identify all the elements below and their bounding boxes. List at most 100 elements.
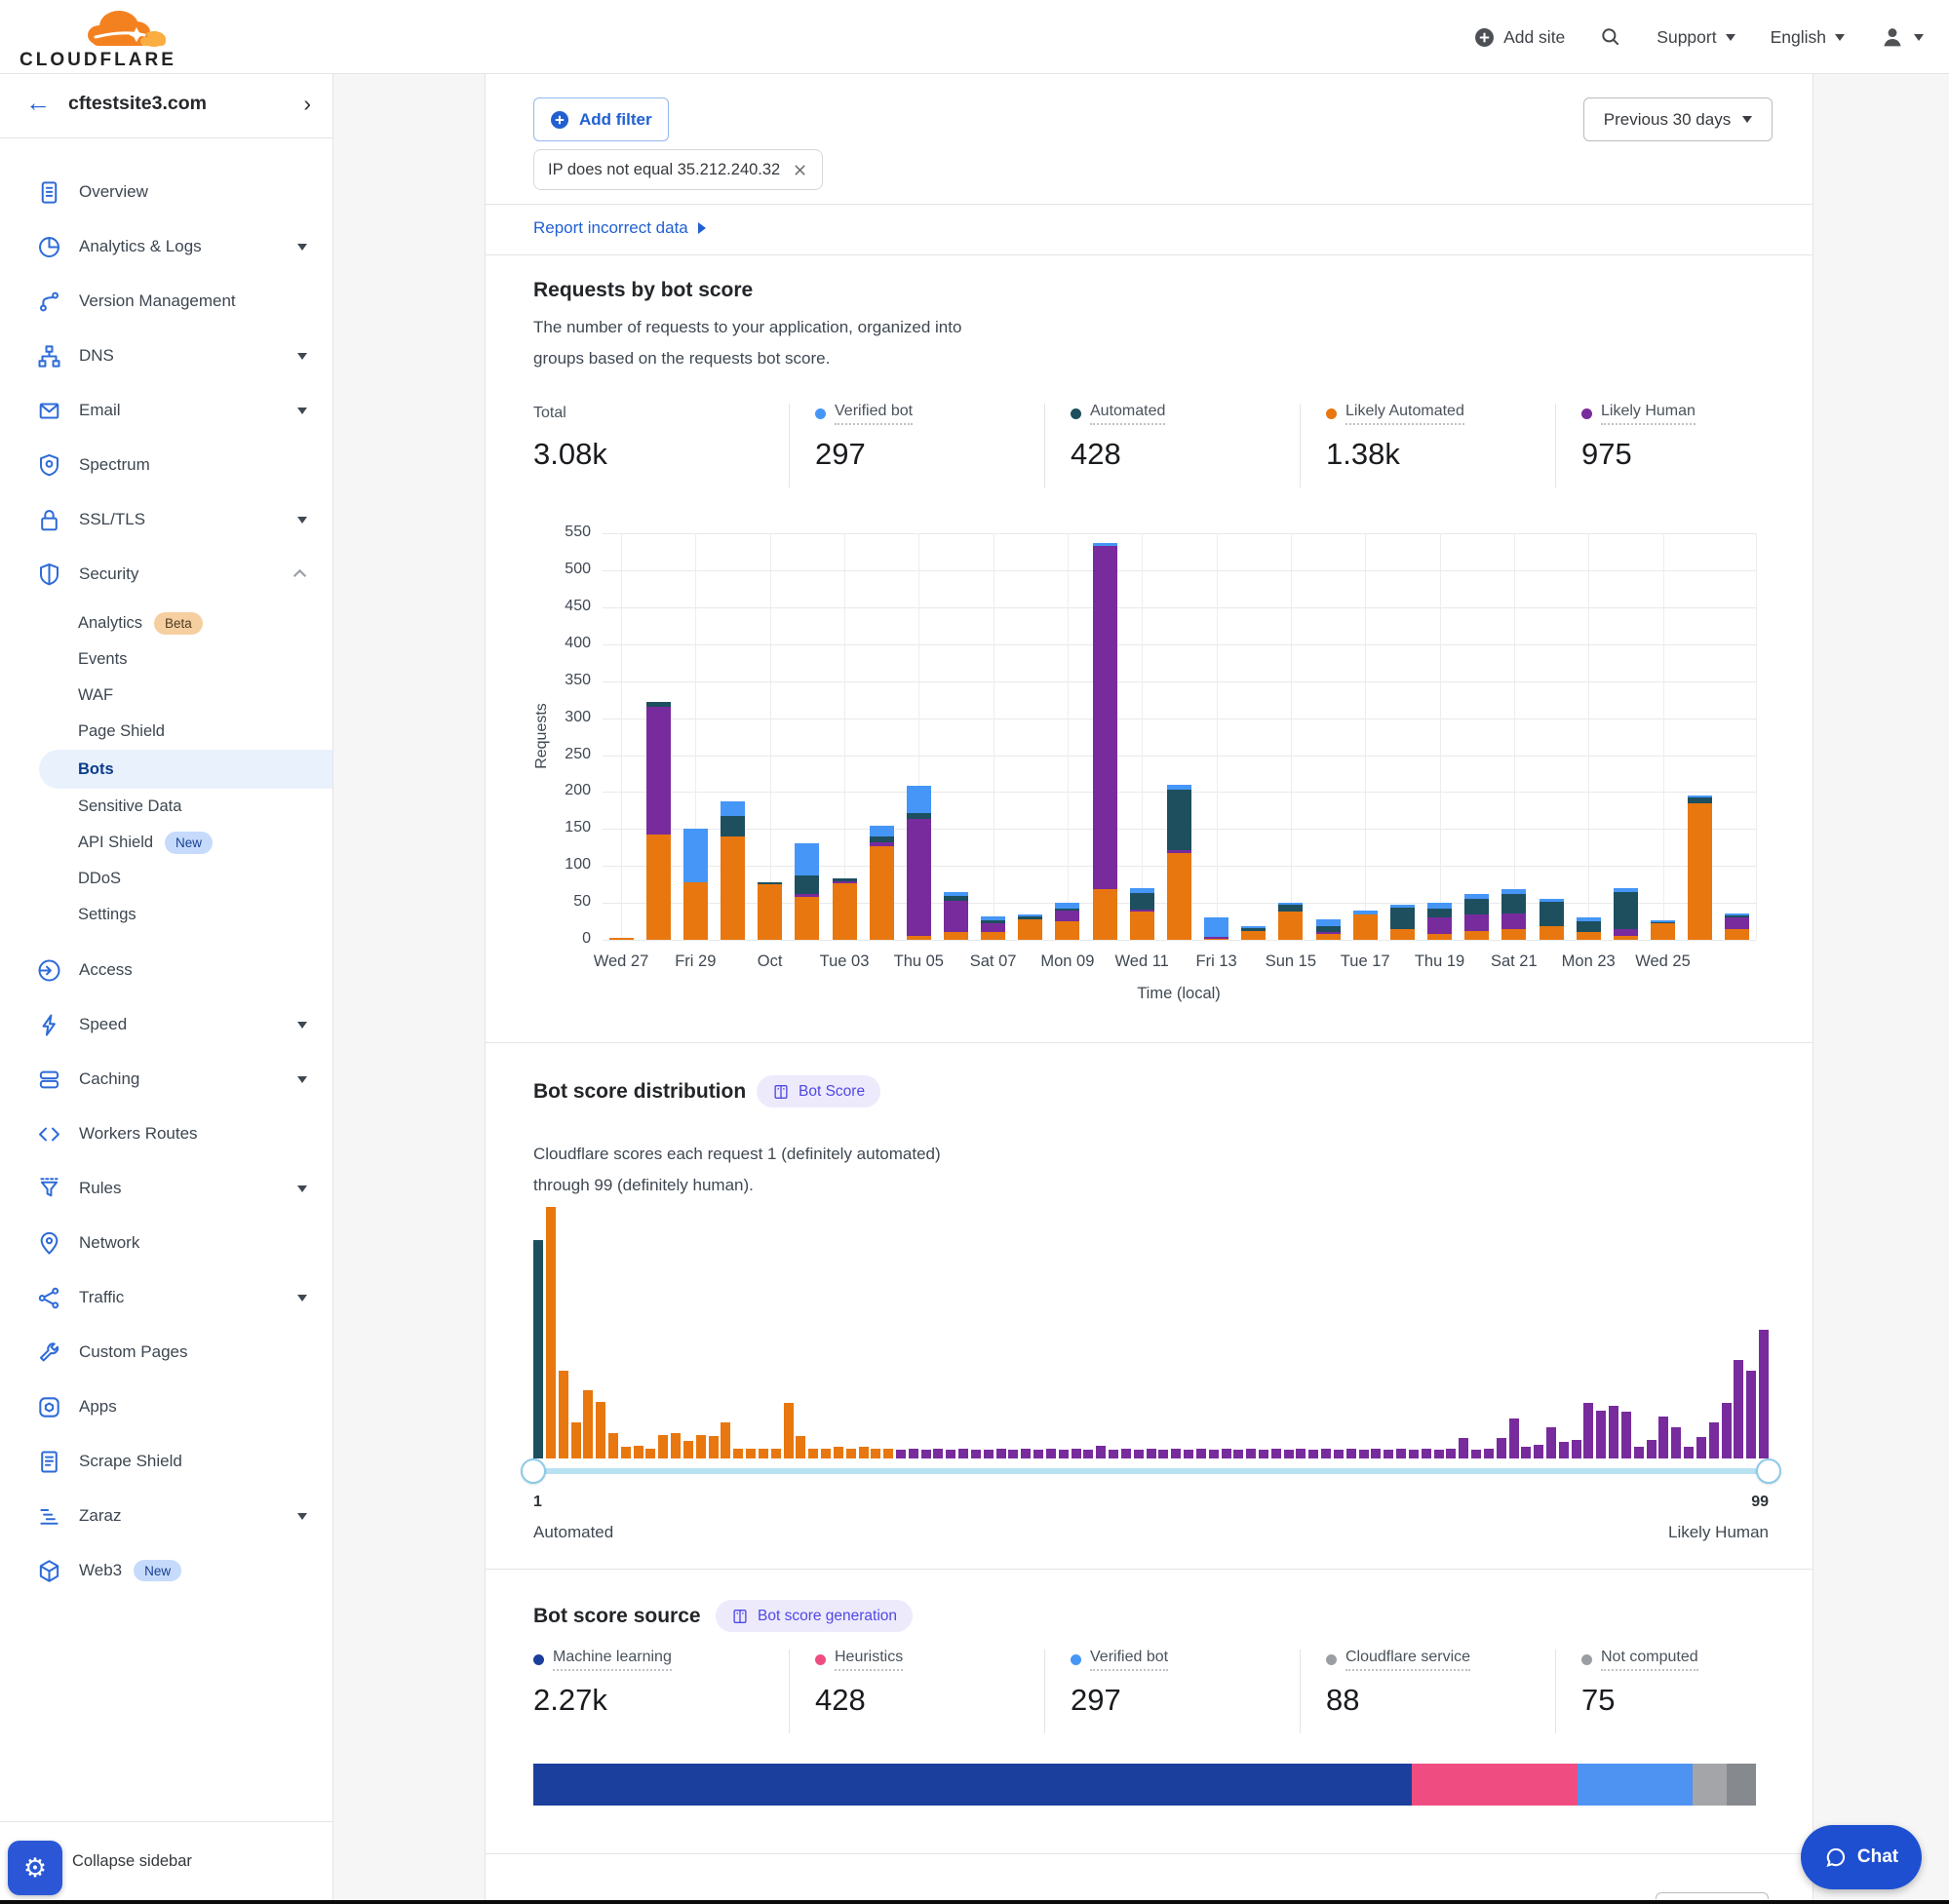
sidebar-item-speed[interactable]: Speed bbox=[0, 997, 332, 1052]
sidebar-item-caching[interactable]: Caching bbox=[0, 1052, 332, 1107]
add-site-button[interactable]: Add site bbox=[1474, 27, 1565, 48]
hist-bin-99[interactable] bbox=[1759, 1330, 1769, 1458]
requests-bar-28[interactable] bbox=[1651, 920, 1675, 940]
requests-bar-5[interactable] bbox=[795, 843, 819, 940]
requests-bar-0[interactable] bbox=[609, 938, 634, 940]
hist-bin-62[interactable] bbox=[1296, 1449, 1306, 1458]
hist-bin-53[interactable] bbox=[1184, 1450, 1193, 1458]
sidebar-item-analytics[interactable]: AnalyticsBeta bbox=[0, 605, 332, 641]
sidebar-item-rules[interactable]: Rules bbox=[0, 1161, 332, 1216]
hist-bin-43[interactable] bbox=[1059, 1450, 1069, 1458]
requests-bar-3[interactable] bbox=[721, 801, 745, 940]
sidebar-item-access[interactable]: Access bbox=[0, 943, 332, 997]
hist-bin-18[interactable] bbox=[746, 1449, 756, 1458]
hist-bin-84[interactable] bbox=[1572, 1440, 1581, 1458]
requests-bar-4[interactable] bbox=[758, 882, 782, 940]
hist-bin-4[interactable] bbox=[571, 1422, 581, 1458]
stat-label[interactable]: Not computed bbox=[1601, 1649, 1698, 1671]
hist-bin-69[interactable] bbox=[1384, 1450, 1393, 1458]
requests-bar-20[interactable] bbox=[1353, 911, 1378, 940]
hist-bin-91[interactable] bbox=[1658, 1417, 1668, 1458]
remove-filter-icon[interactable] bbox=[792, 162, 808, 178]
hist-bin-49[interactable] bbox=[1134, 1450, 1144, 1458]
hist-bin-6[interactable] bbox=[596, 1402, 605, 1458]
hist-bin-87[interactable] bbox=[1609, 1406, 1618, 1458]
hist-bin-24[interactable] bbox=[821, 1449, 831, 1458]
sidebar-item-custom-pages[interactable]: Custom Pages bbox=[0, 1325, 332, 1379]
filter-chip[interactable]: IP does not equal 35.212.240.32 bbox=[533, 149, 823, 190]
hist-bin-54[interactable] bbox=[1196, 1449, 1206, 1458]
sidebar-item-zaraz[interactable]: Zaraz bbox=[0, 1489, 332, 1543]
hist-bin-55[interactable] bbox=[1209, 1450, 1219, 1458]
sidebar-item-ddos[interactable]: DDoS bbox=[0, 861, 332, 897]
hist-bin-5[interactable] bbox=[583, 1390, 593, 1458]
hist-bin-57[interactable] bbox=[1233, 1450, 1243, 1458]
requests-bar-13[interactable] bbox=[1093, 543, 1117, 940]
source-segment-cloudflare-service[interactable] bbox=[1693, 1764, 1727, 1806]
hist-bin-56[interactable] bbox=[1222, 1449, 1231, 1458]
requests-bar-26[interactable] bbox=[1577, 917, 1601, 940]
hist-bin-29[interactable] bbox=[883, 1449, 893, 1458]
hist-bin-7[interactable] bbox=[608, 1433, 618, 1458]
hist-bin-36[interactable] bbox=[971, 1450, 981, 1458]
hist-bin-82[interactable] bbox=[1546, 1427, 1556, 1458]
stat-label[interactable]: Verified bot bbox=[835, 403, 913, 425]
requests-bar-9[interactable] bbox=[944, 892, 968, 940]
requests-bar-21[interactable] bbox=[1390, 905, 1415, 940]
source-segment-heuristics[interactable] bbox=[1412, 1764, 1578, 1806]
requests-bar-29[interactable] bbox=[1688, 796, 1712, 940]
hist-bin-42[interactable] bbox=[1046, 1449, 1056, 1458]
hist-bin-66[interactable] bbox=[1346, 1449, 1356, 1458]
hist-bin-3[interactable] bbox=[559, 1371, 568, 1458]
sidebar-item-version-management[interactable]: Version Management bbox=[0, 274, 332, 329]
hist-bin-41[interactable] bbox=[1033, 1450, 1043, 1458]
hist-bin-27[interactable] bbox=[859, 1447, 869, 1458]
hist-bin-67[interactable] bbox=[1359, 1450, 1369, 1458]
hist-bin-11[interactable] bbox=[658, 1435, 668, 1459]
hist-bin-95[interactable] bbox=[1709, 1422, 1719, 1458]
cloudflare-logo[interactable]: CLOUDFLARE bbox=[19, 3, 224, 71]
date-range-select[interactable]: Previous 30 days bbox=[1583, 97, 1773, 141]
hist-bin-68[interactable] bbox=[1371, 1449, 1381, 1458]
hist-bin-9[interactable] bbox=[634, 1446, 643, 1458]
stat-label[interactable]: Verified bot bbox=[1090, 1649, 1168, 1671]
hist-bin-30[interactable] bbox=[896, 1450, 906, 1458]
hist-bin-10[interactable] bbox=[645, 1449, 655, 1458]
hist-bin-12[interactable] bbox=[671, 1433, 681, 1458]
hist-bin-61[interactable] bbox=[1284, 1450, 1294, 1458]
hist-bin-85[interactable] bbox=[1583, 1403, 1593, 1458]
hist-bin-47[interactable] bbox=[1109, 1450, 1118, 1458]
hist-bin-2[interactable] bbox=[546, 1207, 556, 1458]
requests-bar-16[interactable] bbox=[1204, 917, 1228, 940]
hist-bin-78[interactable] bbox=[1497, 1438, 1506, 1458]
source-segment-not-computed[interactable] bbox=[1727, 1764, 1756, 1806]
search-button[interactable] bbox=[1600, 26, 1621, 48]
hist-bin-44[interactable] bbox=[1072, 1449, 1081, 1458]
sidebar-item-web3[interactable]: Web3New bbox=[0, 1543, 332, 1598]
requests-bar-27[interactable] bbox=[1614, 888, 1638, 940]
requests-bar-11[interactable] bbox=[1018, 914, 1042, 940]
hist-bin-65[interactable] bbox=[1334, 1450, 1344, 1458]
hist-bin-52[interactable] bbox=[1171, 1449, 1181, 1458]
hist-bin-71[interactable] bbox=[1409, 1450, 1419, 1458]
requests-bar-12[interactable] bbox=[1055, 903, 1079, 940]
hist-bin-14[interactable] bbox=[696, 1435, 706, 1459]
source-segment-verified-bot[interactable] bbox=[1578, 1764, 1693, 1806]
report-incorrect-data-link[interactable]: Report incorrect data bbox=[533, 218, 706, 238]
requests-bar-30[interactable] bbox=[1725, 913, 1749, 940]
stat-label[interactable]: Likely Automated bbox=[1345, 403, 1464, 425]
slider-handle-max[interactable] bbox=[1756, 1458, 1781, 1484]
hist-bin-21[interactable] bbox=[784, 1403, 794, 1458]
add-filter-button[interactable]: Add filter bbox=[533, 97, 669, 141]
hist-bin-20[interactable] bbox=[771, 1449, 781, 1458]
hist-bin-60[interactable] bbox=[1271, 1449, 1281, 1458]
hist-bin-37[interactable] bbox=[984, 1450, 994, 1458]
requests-bar-23[interactable] bbox=[1464, 894, 1489, 940]
requests-bar-1[interactable] bbox=[646, 702, 671, 940]
stat-label[interactable]: Heuristics bbox=[835, 1649, 903, 1671]
sidebar-item-bots[interactable]: Bots bbox=[39, 750, 332, 789]
hist-bin-50[interactable] bbox=[1147, 1449, 1156, 1458]
hist-bin-81[interactable] bbox=[1534, 1445, 1543, 1458]
hist-bin-90[interactable] bbox=[1647, 1440, 1657, 1458]
hist-bin-19[interactable] bbox=[759, 1449, 768, 1458]
